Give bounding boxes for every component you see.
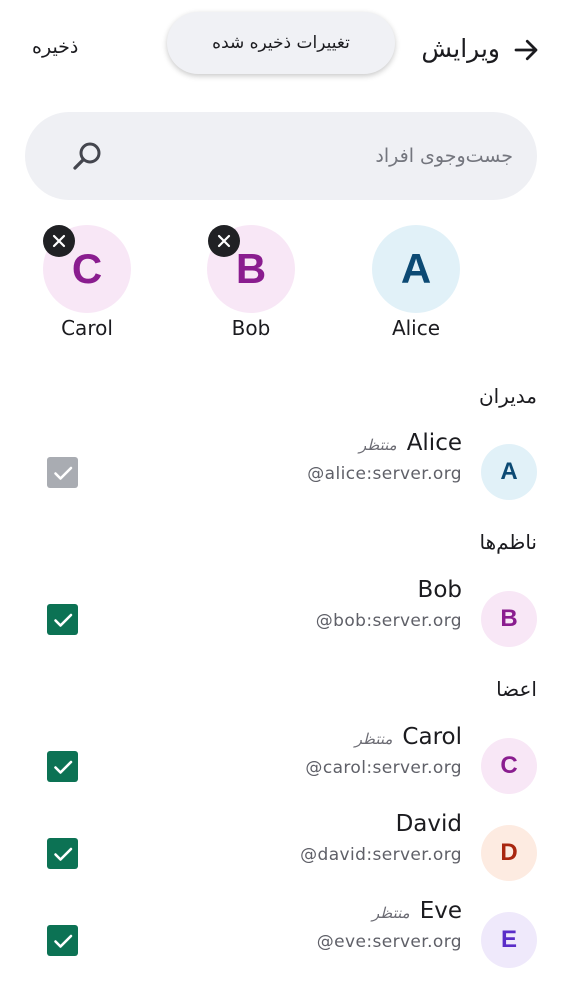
person-name: Eve xyxy=(419,898,462,924)
select-checkbox[interactable] xyxy=(47,604,78,635)
person-name: Bob xyxy=(417,577,462,603)
select-checkbox[interactable] xyxy=(47,751,78,782)
arrow-forward-icon xyxy=(514,39,538,61)
check-icon xyxy=(53,847,72,861)
search-input[interactable] xyxy=(125,136,513,176)
page-title: ویرایش xyxy=(421,34,500,63)
section-title-members: اعضا xyxy=(496,677,537,701)
section-title-moderators: ناظم‌ها xyxy=(479,530,537,554)
search-icon xyxy=(73,142,101,170)
avatar: A xyxy=(372,225,460,313)
name-line: David xyxy=(396,811,462,837)
list-item-eve[interactable]: E Eve منتظر @eve:server.org xyxy=(0,898,562,992)
chip-name: Bob xyxy=(231,316,271,340)
chip-name: Carol xyxy=(61,316,113,340)
back-button[interactable] xyxy=(508,32,544,68)
selected-chip-alice[interactable]: A Alice xyxy=(351,225,481,345)
chip-name: Alice xyxy=(391,316,441,340)
name-line: Alice منتظر xyxy=(359,430,462,456)
check-icon xyxy=(53,934,72,948)
person-handle: @bob:server.org xyxy=(315,611,462,631)
select-checkbox[interactable] xyxy=(47,925,78,956)
list-item-bob[interactable]: B Bob @bob:server.org xyxy=(0,577,562,671)
selected-chip-bob[interactable]: B Bob xyxy=(186,225,316,345)
person-name: Carol xyxy=(402,724,462,750)
avatar: D xyxy=(481,825,537,881)
person-handle: @carol:server.org xyxy=(305,758,462,778)
list-item-david[interactable]: D David @david:server.org xyxy=(0,811,562,905)
search-bar[interactable] xyxy=(25,112,537,200)
list-item-carol[interactable]: C Carol منتظر @carol:server.org xyxy=(0,724,562,818)
person-name: Alice xyxy=(406,430,462,456)
select-checkbox[interactable] xyxy=(47,838,78,869)
remove-chip-button[interactable] xyxy=(208,225,240,257)
avatar: E xyxy=(481,912,537,968)
selected-chip-carol[interactable]: C Carol xyxy=(22,225,152,345)
avatar: B xyxy=(481,591,537,647)
pending-label: منتظر xyxy=(359,436,397,454)
check-icon xyxy=(53,613,72,627)
pending-label: منتظر xyxy=(372,904,410,922)
name-line: Bob xyxy=(418,577,462,603)
person-handle: @alice:server.org xyxy=(307,464,462,484)
pending-label: منتظر xyxy=(354,730,393,748)
person-handle: @eve:server.org xyxy=(316,932,462,952)
close-icon xyxy=(217,234,231,248)
avatar: A xyxy=(481,444,537,500)
list-item-alice[interactable]: A Alice منتظر @alice:server.org xyxy=(0,430,562,524)
select-checkbox[interactable] xyxy=(47,457,78,488)
name-line: Eve منتظر xyxy=(372,898,462,924)
check-icon xyxy=(53,760,72,774)
avatar: C xyxy=(481,738,537,794)
save-button[interactable]: ذخیره xyxy=(32,36,78,58)
name-line: Carol منتظر xyxy=(355,724,462,750)
section-title-admins: مدیران xyxy=(478,384,537,408)
person-handle: @david:server.org xyxy=(300,845,462,865)
close-icon xyxy=(52,234,66,248)
top-app-bar: ویرایش ذخیره تغییرات ذخیره شده xyxy=(0,0,562,100)
saved-toast: تغییرات ذخیره شده xyxy=(167,12,395,74)
remove-chip-button[interactable] xyxy=(43,225,75,257)
check-icon xyxy=(53,466,72,480)
person-name: David xyxy=(395,811,462,837)
